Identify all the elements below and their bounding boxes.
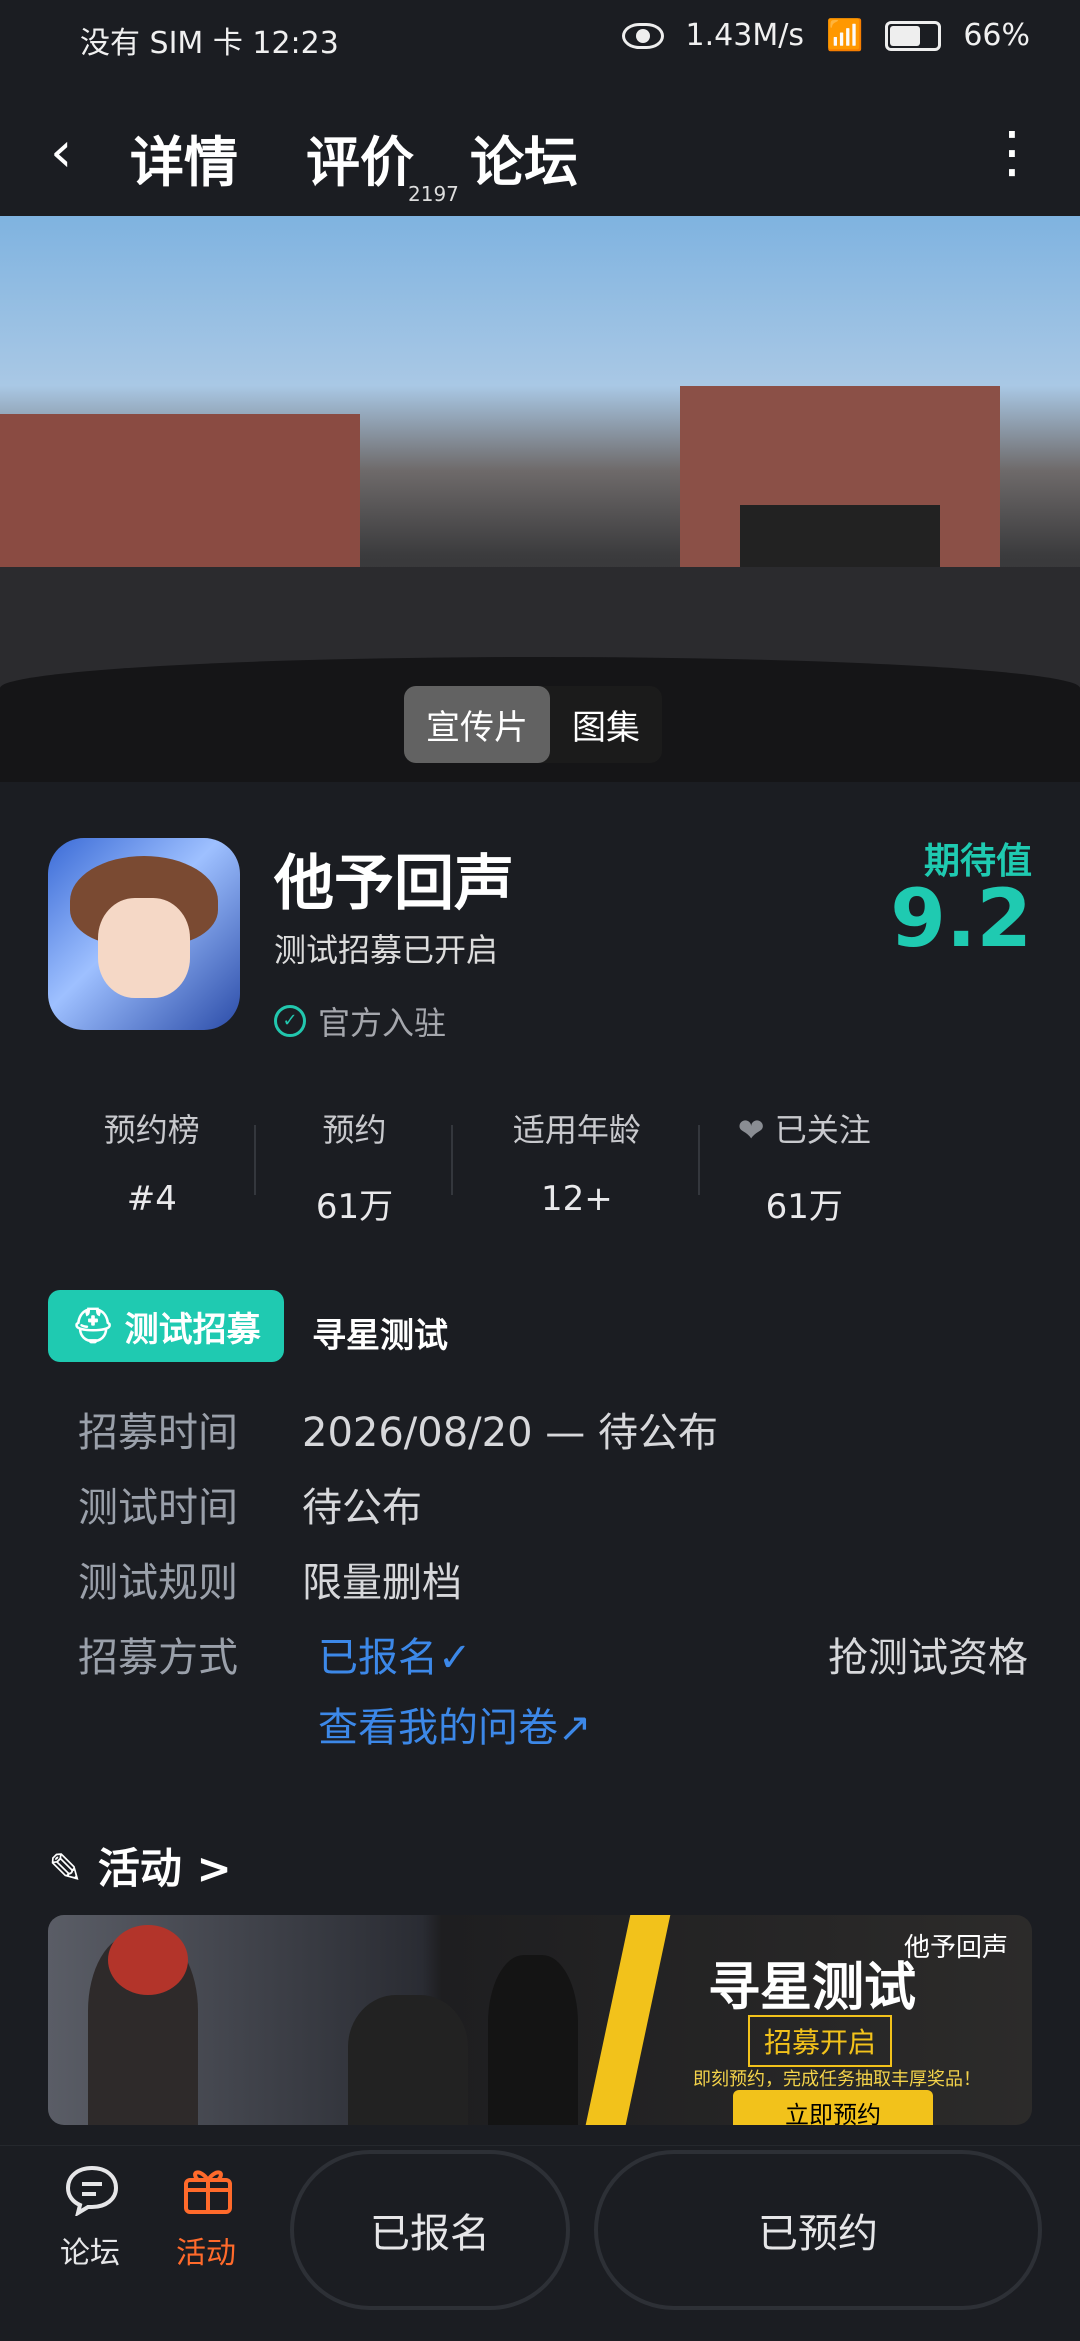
stat-age: 适用年龄 12+ bbox=[453, 1105, 701, 1225]
banner-open-tag: 招募开启 bbox=[748, 2015, 893, 2067]
stat-followed-label: ❤ 已关注 bbox=[700, 1105, 908, 1151]
stat-rank-label: 预约榜 bbox=[103, 1111, 200, 1149]
reviews-count-badge: 2197 bbox=[408, 182, 459, 206]
activity-banner[interactable]: 他予回声 寻星测试 招募开启 即刻预约，完成任务抽取丰厚奖品！ 立即预约 bbox=[48, 1915, 1032, 2125]
status-right: 1.43M/s 📶 66% bbox=[621, 18, 1030, 53]
verified-text: 官方入驻 bbox=[318, 1004, 447, 1042]
recruit-icon: ⛑ bbox=[71, 1306, 115, 1346]
banner-note: 即刻预约，完成任务抽取丰厚奖品！ bbox=[693, 2069, 981, 2090]
stat-age-value: 12+ bbox=[540, 1179, 613, 1219]
recruit-time-label: 招募时间 bbox=[78, 1410, 238, 1456]
tab-forum[interactable]: 论坛 bbox=[470, 118, 578, 197]
hero-media-tabs: 宣传片 图集 bbox=[404, 686, 662, 763]
recruit-time-value: 2026/08/20 — 待公布 bbox=[302, 1410, 718, 1456]
app-icon-face bbox=[98, 898, 190, 998]
app-icon bbox=[48, 838, 240, 1030]
recruit-method-label: 招募方式 bbox=[78, 1635, 238, 1681]
verified-badge: ✓ 官方入驻 bbox=[274, 998, 446, 1044]
grab-test-qualification[interactable]: 抢测试资格 bbox=[828, 1625, 1028, 1683]
stat-followed-value: 61万 bbox=[765, 1187, 843, 1227]
top-nav: ‹ 详情 评价 2197 论坛 ⋮ bbox=[0, 80, 1080, 260]
more-options-icon[interactable]: ⋮ bbox=[984, 120, 1040, 185]
hero-tab-gallery[interactable]: 图集 bbox=[550, 686, 662, 763]
status-bar: 没有 SIM 卡 12:23 1.43M/s 📶 66% bbox=[0, 0, 1080, 80]
check-circle-icon: ✓ bbox=[274, 1005, 306, 1037]
test-name: 寻星测试 bbox=[312, 1316, 448, 1356]
wifi-icon: 📶 bbox=[825, 18, 864, 53]
test-recruit-chip[interactable]: ⛑ 测试招募 bbox=[48, 1290, 284, 1362]
questionnaire-link[interactable]: 查看我的问卷↗ bbox=[318, 1695, 592, 1753]
stat-reservations-label: 预约 bbox=[322, 1111, 387, 1149]
tab-reviews[interactable]: 评价 bbox=[306, 118, 414, 197]
test-time-value: 待公布 bbox=[302, 1485, 422, 1531]
back-icon[interactable]: ‹ bbox=[50, 120, 72, 185]
banner-character-2 bbox=[348, 1995, 468, 2125]
activities-header[interactable]: ✎ 活动 > bbox=[48, 1835, 232, 1896]
test-rule-label: 测试规则 bbox=[78, 1560, 238, 1606]
banner-logo: 他予回声 bbox=[903, 1933, 1008, 1963]
heart-icon: ❤ bbox=[737, 1111, 765, 1149]
stat-reservations: 预约 61万 bbox=[256, 1105, 454, 1227]
activities-title: 活动 > bbox=[97, 1844, 232, 1893]
battery-percent: 66% bbox=[963, 18, 1030, 53]
stat-age-label: 适用年龄 bbox=[512, 1111, 641, 1149]
signed-up-button[interactable]: 已报名 bbox=[290, 2150, 570, 2310]
pin-icon: ✎ bbox=[48, 1844, 84, 1893]
test-time-label: 测试时间 bbox=[78, 1485, 238, 1531]
stat-followed[interactable]: ❤ 已关注 61万 bbox=[700, 1105, 908, 1227]
banner-character-3 bbox=[488, 1955, 578, 2125]
test-recruit-label: 测试招募 bbox=[124, 1309, 261, 1350]
stat-rank[interactable]: 预约榜 #4 bbox=[48, 1105, 256, 1225]
stat-rank-value: #4 bbox=[126, 1179, 177, 1219]
forum-label[interactable]: 论坛 bbox=[60, 2228, 120, 2272]
hero-truck bbox=[740, 504, 940, 575]
network-speed: 1.43M/s bbox=[685, 18, 804, 53]
banner-stripe bbox=[585, 1915, 671, 2125]
hero-tab-video[interactable]: 宣传片 bbox=[404, 686, 550, 763]
gift-icon[interactable] bbox=[180, 2164, 236, 2216]
eye-icon bbox=[621, 22, 664, 49]
app-title: 他予回声 bbox=[274, 849, 514, 919]
expectation-score: 9.2 bbox=[890, 872, 1032, 965]
stat-followed-label-text: 已关注 bbox=[774, 1111, 871, 1149]
stat-reservations-value: 61万 bbox=[315, 1187, 394, 1227]
status-left-text: 没有 SIM 卡 12:23 bbox=[80, 26, 339, 61]
app-subtitle: 测试招募已开启 bbox=[274, 931, 499, 969]
test-rule-value: 限量删档 bbox=[302, 1560, 462, 1606]
banner-character-1-hair bbox=[108, 1925, 188, 1995]
banner-reserve-button[interactable]: 立即预约 bbox=[733, 2090, 933, 2125]
tab-details[interactable]: 详情 bbox=[130, 118, 238, 197]
banner-character-1 bbox=[88, 1925, 198, 2125]
banner-title: 寻星测试 bbox=[708, 1958, 917, 2018]
reserved-button[interactable]: 已预约 bbox=[594, 2150, 1042, 2310]
hero-media[interactable]: 宣传片 图集 bbox=[0, 216, 1080, 782]
signed-up-link[interactable]: 已报名✓ bbox=[318, 1625, 472, 1683]
forum-icon[interactable] bbox=[64, 2164, 120, 2218]
activity-label[interactable]: 活动 bbox=[176, 2228, 236, 2272]
battery-icon bbox=[885, 20, 942, 51]
stats-row: 预约榜 #4 预约 61万 适用年龄 12+ ❤ 已关注 61万 bbox=[48, 1105, 908, 1227]
